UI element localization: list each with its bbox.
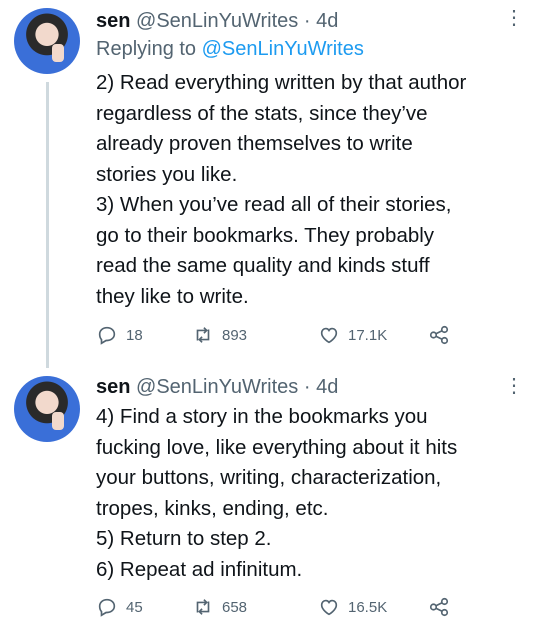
share-icon	[429, 597, 449, 617]
retweet-count: 893	[222, 326, 248, 344]
avatar[interactable]	[14, 376, 80, 442]
heart-icon	[320, 599, 338, 616]
heart-icon	[320, 327, 338, 344]
more-icon[interactable]: ⋮	[504, 376, 524, 396]
more-icon[interactable]: ⋮	[504, 8, 524, 28]
tweet-header: sen @SenLinYuWrites · 4d	[96, 10, 338, 33]
tweet-line: 4) Find a story in the bookmarks you	[96, 405, 428, 428]
replying-prefix: Replying to	[96, 38, 197, 60]
tweet-line: your buttons, writing, characterization,	[96, 466, 442, 489]
retweet-count: 658	[222, 598, 248, 616]
tweet-actions: 18 893 17.1K	[96, 324, 476, 348]
reply-icon	[98, 598, 116, 617]
like-button[interactable]: 16.5K	[318, 596, 387, 618]
retweet-button[interactable]: 658	[192, 596, 247, 618]
tweet-line: go to their bookmarks. They probably	[96, 223, 435, 247]
reply-count: 45	[126, 598, 143, 616]
retweet-button[interactable]: 893	[192, 324, 247, 346]
tweet-line: they like to write.	[96, 284, 249, 308]
like-count: 16.5K	[348, 598, 388, 616]
separator-dot: ·	[303, 376, 311, 398]
timestamp[interactable]: 4d	[316, 376, 338, 398]
like-count: 17.1K	[348, 326, 388, 344]
tweet-line: already proven themselves to write	[96, 132, 413, 155]
tweet-actions: 45 658 16.5K	[96, 596, 476, 620]
author-name[interactable]: sen	[96, 376, 130, 398]
tweet-line: regardless of the stats, since they’ve	[96, 101, 428, 125]
tweet-line: 3) When you’ve read all of their stories…	[96, 193, 452, 216]
tweet-line: fucking love, like everything about it h…	[96, 435, 458, 459]
mention-link[interactable]: @SenLinYuWrites	[202, 38, 364, 60]
share-icon	[429, 325, 449, 345]
tweet-line: stories you like.	[96, 162, 238, 186]
tweet-line: read the same quality and kinds stuff	[96, 254, 430, 277]
avatar[interactable]	[14, 8, 80, 74]
tweet-text: 4) Find a story in the bookmarks you fuc…	[96, 402, 526, 585]
retweet-icon	[196, 599, 210, 615]
author-handle[interactable]: @SenLinYuWrites	[136, 10, 298, 32]
reply-button[interactable]: 45	[96, 596, 143, 618]
thread-line	[46, 82, 49, 368]
separator-dot: ·	[303, 10, 311, 32]
share-button[interactable]	[428, 596, 450, 618]
share-button[interactable]	[428, 324, 450, 346]
tweet-text: 2) Read everything written by that autho…	[96, 68, 526, 312]
reply-count: 18	[126, 326, 143, 344]
tweet-line: tropes, kinks, ending, etc.	[96, 496, 329, 520]
tweet-line: 5) Return to step 2.	[96, 527, 272, 550]
like-button[interactable]: 17.1K	[318, 324, 387, 346]
author-handle[interactable]: @SenLinYuWrites	[136, 376, 298, 398]
tweet-header: sen @SenLinYuWrites · 4d	[96, 376, 338, 399]
retweet-icon	[196, 327, 210, 343]
tweet-line: 6) Repeat ad infinitum.	[96, 557, 303, 581]
replying-to: Replying to @SenLinYuWrites	[96, 38, 364, 61]
author-name[interactable]: sen	[96, 10, 130, 32]
tweet-line: 2) Read everything written by that autho…	[96, 71, 467, 94]
reply-button[interactable]: 18	[96, 324, 143, 346]
timestamp[interactable]: 4d	[316, 10, 338, 32]
reply-icon	[98, 326, 116, 345]
